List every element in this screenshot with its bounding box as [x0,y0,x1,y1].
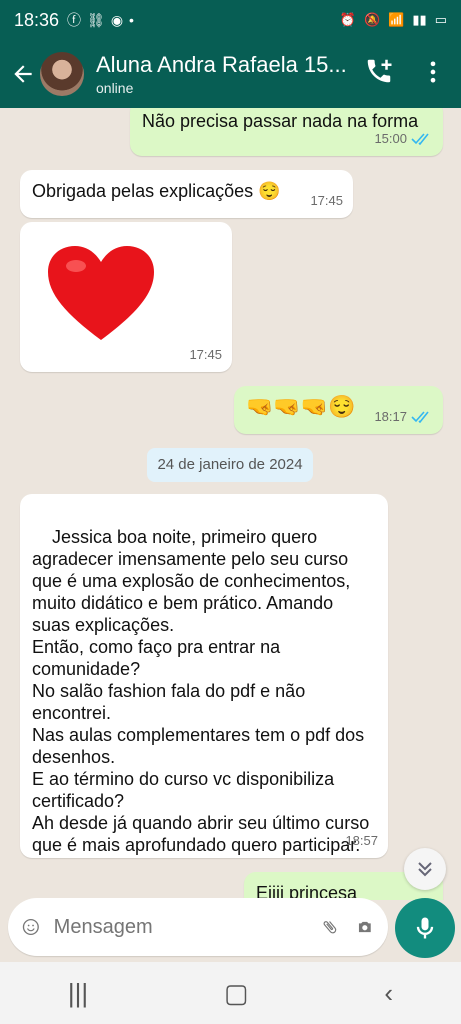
date-chip: 24 de janeiro de 2024 [147,448,313,482]
wifi-icon: 📶 [388,12,405,27]
home-icon[interactable]: ▢ [224,978,249,1009]
message-time: 18:17 [374,409,407,424]
more-options-button[interactable] [424,58,442,91]
message-meta: 18:17 [374,406,433,428]
message-meta: 17:45 [310,190,343,212]
heart-icon [48,246,154,340]
back-nav-icon[interactable]: ‹ [384,978,393,1009]
double-check-icon [411,133,429,145]
message-list[interactable]: Não precisa passar nada na forma 15:00 O… [0,108,461,900]
message-bubble-out[interactable]: Não precisa passar nada na forma 15:00 [130,108,443,156]
message-text: 🤜🤜🤜😌 [246,394,356,419]
camera-icon[interactable] [356,913,374,941]
message-text: Obrigada pelas explicações 😌 [32,181,281,201]
double-check-icon [411,411,429,423]
message-bubble-out[interactable]: 🤜🤜🤜😌 18:17 [234,386,443,434]
message-bubble-emoji[interactable]: 17:45 [20,222,232,372]
microphone-icon [416,917,434,939]
alarm-icon: ⏰ [339,12,357,27]
message-time: 17:45 [310,193,343,208]
signal-icon: ▮▮ [412,12,427,27]
scroll-to-bottom-button[interactable] [404,848,446,890]
message-text: Jessica boa noite, primeiro quero agrade… [32,527,370,855]
dot-icon: • [129,12,134,28]
message-bubble-in[interactable]: Jessica boa noite, primeiro quero agrade… [20,494,388,858]
voice-record-button[interactable] [395,898,455,958]
chat-header: Aluna Andra Rafaela 15... online [0,40,461,108]
message-time: 15:00 [374,131,407,146]
message-meta: 15:00 [374,128,433,150]
message-input[interactable] [51,914,321,940]
mute-icon: 🔕 [364,12,381,27]
add-call-button[interactable] [364,56,394,91]
contact-info[interactable]: Aluna Andra Rafaela 15... online [96,52,356,96]
status-left-icons: ⓕ ⛓ ◉ • [67,10,134,30]
message-time: 18:57 [345,833,378,848]
back-button[interactable] [6,61,40,87]
double-chevron-down-icon [418,862,432,877]
battery-icon: ▭ [434,12,447,27]
link-icon: ⛓ [87,11,105,28]
avatar[interactable] [40,52,84,96]
back-arrow-icon [14,65,32,83]
message-composer [8,898,388,956]
status-right-icons: ⏰ 🔕 📶 ▮▮ ▭ [340,12,447,28]
emoji-icon[interactable] [22,913,40,941]
contact-name: Aluna Andra Rafaela 15... [96,52,347,77]
message-meta: 17:45 [189,344,222,366]
message-bubble-in[interactable]: Obrigada pelas explicações 😌 17:45 [20,170,353,218]
recent-apps-icon[interactable]: ||| [68,978,88,1009]
message-time: 17:45 [189,347,222,362]
whatsapp-icon: ◉ [110,11,124,28]
attach-icon[interactable] [321,913,339,941]
system-nav-bar: ||| ▢ ‹ [0,962,461,1024]
phone-plus-icon [367,59,392,83]
more-vert-icon [430,61,436,83]
message-meta: 18:57 [345,830,378,852]
facebook-icon: ⓕ [67,12,82,28]
status-time: 18:36 [14,9,60,30]
contact-status: online [96,80,134,96]
status-bar: 18:36 ⓕ ⛓ ◉ • ⏰ 🔕 📶 ▮▮ ▭ [0,0,461,40]
